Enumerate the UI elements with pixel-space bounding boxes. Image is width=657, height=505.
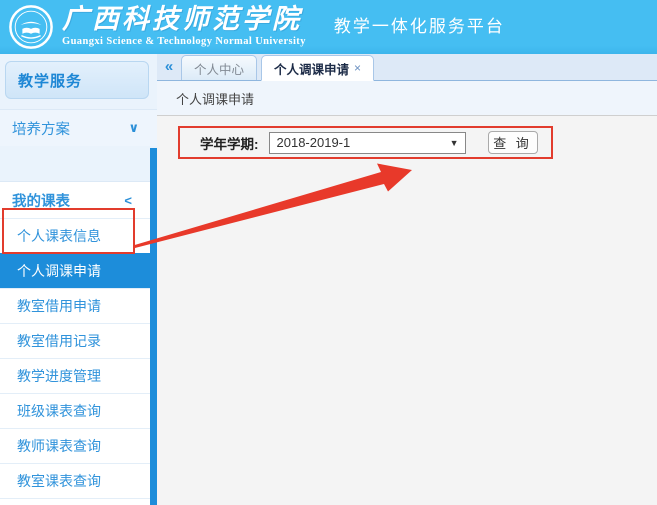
sidebar-group-my-timetable[interactable]: 我的课表 < bbox=[0, 181, 150, 218]
sidebar-item-personal-timetable[interactable]: 个人课表信息 bbox=[0, 218, 150, 253]
breadcrumb: 个人调课申请 bbox=[176, 89, 254, 108]
app-header: 广西科技师范学院 Guangxi Science & Technology No… bbox=[0, 0, 657, 54]
sidebar: 教学服务 培养方案 ∨ 我的课表 < 个人课表信息 个人调课申请 教室借用申请 … bbox=[0, 54, 157, 505]
close-icon[interactable]: × bbox=[354, 61, 361, 75]
sidebar-accent-strip bbox=[150, 148, 157, 505]
sidebar-section-title[interactable]: 教学服务 bbox=[5, 61, 149, 99]
main-area: « 个人中心 个人调课申请 × 个人调课申请 学年学期: 2018-2019-1… bbox=[157, 54, 657, 505]
sidebar-item-class-timetable-query[interactable]: 班级课表查询 bbox=[0, 393, 150, 428]
sidebar-item-teaching-progress[interactable]: 教学进度管理 bbox=[0, 358, 150, 393]
semester-query-form: 学年学期: 2018-2019-1 ▼ 查 询 bbox=[200, 131, 538, 154]
select-dropdown-icon: ▼ bbox=[450, 138, 459, 148]
sidebar-item-classroom-timetable-query[interactable]: 教室课表查询 bbox=[0, 463, 150, 498]
semester-label: 学年学期: bbox=[200, 133, 259, 153]
sidebar-item-classroom-borrow-record[interactable]: 教室借用记录 bbox=[0, 323, 150, 358]
sidebar-item-course-change-request[interactable]: 个人调课申请 bbox=[0, 253, 157, 288]
collapse-tabs-icon[interactable]: « bbox=[157, 53, 181, 80]
query-button[interactable]: 查 询 bbox=[488, 131, 538, 154]
sidebar-menu: 我的课表 < 个人课表信息 个人调课申请 教室借用申请 教室借用记录 教学进度管… bbox=[0, 181, 150, 505]
breadcrumb-bar: 个人调课申请 bbox=[157, 81, 657, 116]
school-name-en: Guangxi Science & Technology Normal Univ… bbox=[62, 37, 306, 48]
semester-select-value: 2018-2019-1 bbox=[277, 135, 351, 150]
tab-label: 个人中心 bbox=[194, 59, 244, 78]
chevron-left-icon: < bbox=[124, 193, 132, 208]
chevron-down-icon: ∨ bbox=[128, 120, 139, 136]
school-logo-icon bbox=[8, 4, 54, 50]
tab-course-change-request[interactable]: 个人调课申请 × bbox=[261, 55, 374, 81]
tab-personal-center[interactable]: 个人中心 bbox=[181, 55, 257, 80]
school-name-zh: 广西科技师范学院 bbox=[62, 6, 306, 33]
sidebar-group-training-plan[interactable]: 培养方案 ∨ bbox=[0, 109, 157, 146]
tab-bar: « 个人中心 个人调课申请 × bbox=[157, 54, 657, 81]
semester-select[interactable]: 2018-2019-1 ▼ bbox=[269, 132, 466, 154]
sidebar-group-label: 我的课表 bbox=[12, 190, 70, 211]
sidebar-item-teacher-timetable-query[interactable]: 教师课表查询 bbox=[0, 428, 150, 463]
tab-label: 个人调课申请 bbox=[274, 59, 349, 78]
platform-title: 教学一体化服务平台 bbox=[334, 12, 505, 37]
sidebar-item-classroom-borrow-request[interactable]: 教室借用申请 bbox=[0, 288, 150, 323]
school-brand: 广西科技师范学院 Guangxi Science & Technology No… bbox=[62, 6, 306, 48]
sidebar-item-course-timetable-query[interactable]: 课程课表查询 bbox=[0, 498, 150, 505]
sidebar-group-label: 培养方案 bbox=[12, 118, 70, 139]
content-panel: 学年学期: 2018-2019-1 ▼ 查 询 bbox=[157, 116, 657, 504]
